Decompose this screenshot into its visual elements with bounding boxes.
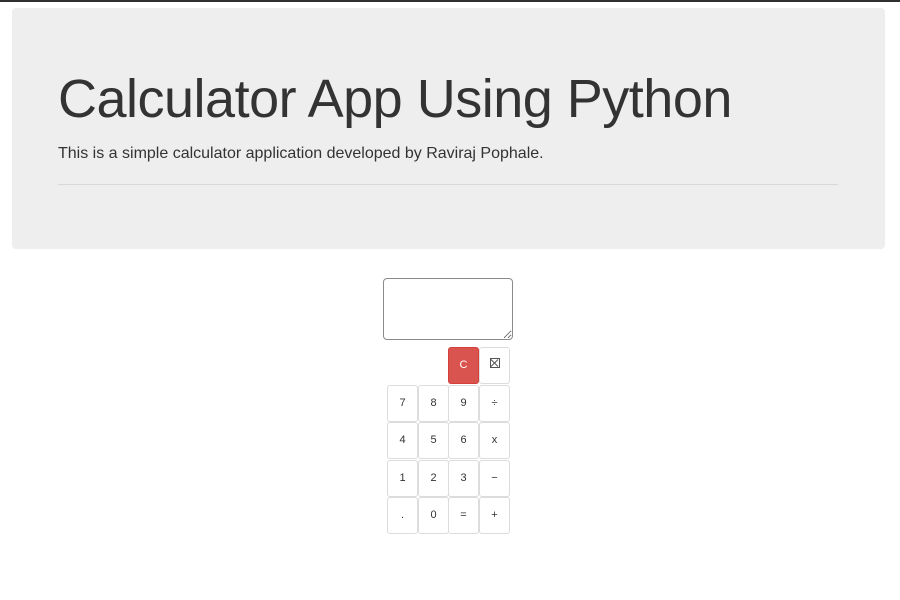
key-8[interactable]: 8 [418,385,449,422]
multiply-button[interactable]: x [479,422,510,459]
key-7[interactable]: 7 [387,385,418,422]
page-description: This is a simple calculator application … [58,145,544,162]
equals-button[interactable]: = [448,497,479,534]
page-title: Calculator App Using Python [58,69,732,129]
key-2[interactable]: 2 [418,460,449,497]
decimal-button[interactable]: . [387,497,418,534]
divide-button[interactable]: ÷ [479,385,510,422]
key-1[interactable]: 1 [387,460,418,497]
key-6[interactable]: 6 [448,422,479,459]
key-4[interactable]: 4 [387,422,418,459]
clear-button[interactable]: C [448,347,479,384]
backspace-icon [489,358,500,368]
top-border [0,0,900,2]
minus-button[interactable]: − [479,460,510,497]
backspace-button[interactable] [479,347,510,384]
key-5[interactable]: 5 [418,422,449,459]
header-divider [58,184,838,185]
calculator-display[interactable] [383,278,513,340]
key-0[interactable]: 0 [418,497,449,534]
key-3[interactable]: 3 [448,460,479,497]
plus-button[interactable]: + [479,497,510,534]
key-9[interactable]: 9 [448,385,479,422]
header-jumbotron: Calculator App Using Python This is a si… [12,8,885,249]
